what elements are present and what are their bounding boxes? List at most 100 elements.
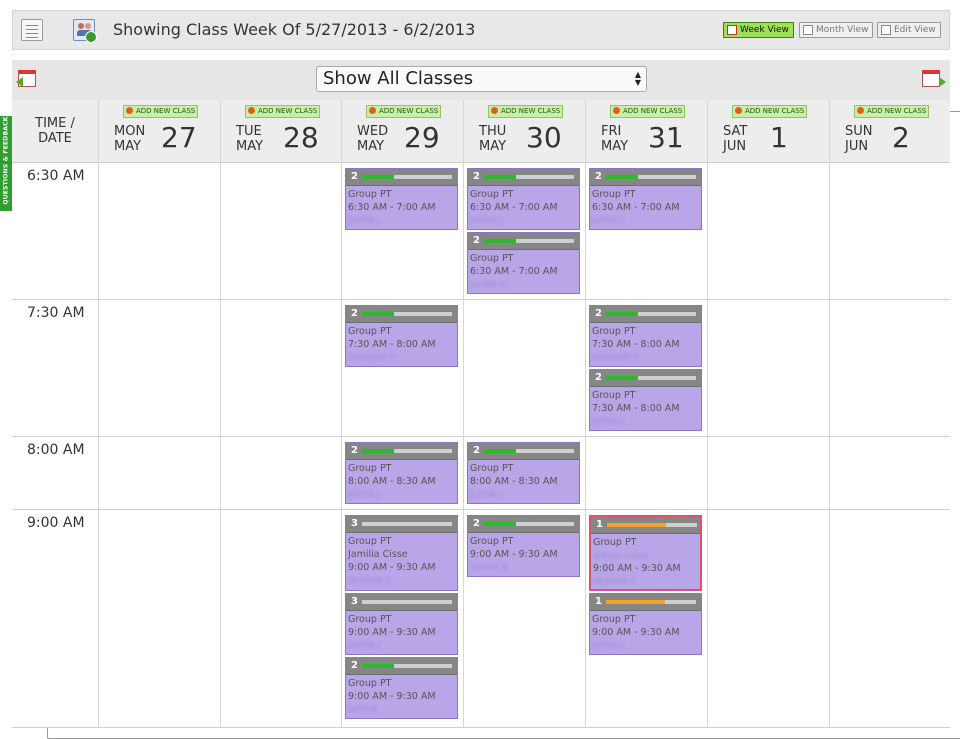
class-time: 9:00 AM - 9:30 AM bbox=[470, 549, 558, 560]
day-number: 30 bbox=[526, 121, 562, 154]
add-new-class-button[interactable]: ADD NEW CLASS bbox=[610, 105, 686, 118]
class-card[interactable]: 2 Group PT 9:00 AM - 9:30 AM SETH A bbox=[345, 657, 458, 719]
instructor-name: JULIAN A bbox=[470, 280, 505, 289]
class-filter-select[interactable]: Show All Classes ▲ ▼ bbox=[316, 66, 647, 92]
class-name: Group PT bbox=[470, 189, 514, 200]
member-name: william tucker bbox=[593, 551, 649, 560]
questions-feedback-tab[interactable]: QUESTIONS & FEEDBACK bbox=[0, 116, 12, 211]
capacity-track bbox=[362, 449, 452, 453]
class-time: 7:30 AM - 8:00 AM bbox=[592, 403, 680, 414]
previous-week-button[interactable] bbox=[16, 67, 40, 89]
weekday-label: THU bbox=[479, 124, 507, 139]
weekday-label: TUE bbox=[236, 124, 262, 139]
class-card[interactable]: 2 Group PT 6:30 AM - 7:00 AM JUSTIN J bbox=[467, 168, 580, 230]
capacity-fill bbox=[607, 523, 666, 527]
class-card[interactable]: 3 Group PT 9:00 AM - 9:30 AM JUSTIN J bbox=[345, 593, 458, 655]
class-time: 6:30 AM - 7:00 AM bbox=[470, 202, 558, 213]
capacity-bar: 2 bbox=[346, 306, 457, 323]
class-card[interactable]: 2 Group PT 6:30 AM - 7:00 AM JUSTIN J bbox=[345, 168, 458, 230]
instructor-name: JUSTIN J bbox=[592, 417, 624, 426]
capacity-track bbox=[484, 449, 574, 453]
weekday-label: SAT bbox=[723, 124, 748, 139]
add-new-class-button[interactable]: ADD NEW CLASS bbox=[732, 105, 808, 118]
list-view-icon[interactable] bbox=[21, 19, 43, 41]
class-card[interactable]: 1 Group PT william tucker 9:00 AM - 9:30 AM… bbox=[589, 515, 702, 591]
capacity-bar: 1 bbox=[590, 594, 701, 611]
day-header-sat: ADD NEW CLASS SAT JUN 1 bbox=[707, 100, 829, 162]
class-card[interactable]: 2 Group PT 7:30 AM - 8:00 AM GREGORY F bbox=[345, 305, 458, 367]
class-card[interactable]: 2 Group PT 8:00 AM - 8:30 AM JUSTIN J bbox=[467, 442, 580, 504]
time-header-line: TIME / bbox=[35, 116, 75, 131]
add-new-class-button[interactable]: ADD NEW CLASS bbox=[366, 105, 442, 118]
check-icon bbox=[85, 31, 97, 43]
day-number: 28 bbox=[283, 121, 319, 154]
class-name: Group PT bbox=[470, 253, 514, 264]
week-view-button[interactable]: Week View bbox=[723, 22, 794, 38]
month-label: JUN bbox=[723, 139, 747, 154]
weekday-label: MON bbox=[114, 124, 146, 139]
capacity-track bbox=[362, 600, 452, 604]
next-week-button[interactable] bbox=[922, 67, 946, 89]
day-of-week: MON MAY bbox=[114, 124, 154, 154]
instructor-name: JUSTIN J bbox=[470, 216, 502, 225]
page-title: Showing Class Week Of 5/27/2013 - 6/2/20… bbox=[113, 20, 476, 39]
instructor-name: SETH A bbox=[348, 705, 378, 714]
instructor-name: JUSTIN J bbox=[592, 216, 624, 225]
day-number: 31 bbox=[648, 121, 684, 154]
class-card[interactable]: 2 Group PT 7:30 AM - 8:00 AM GREGORY F bbox=[589, 305, 702, 367]
spots-count: 2 bbox=[351, 660, 358, 671]
class-time: 9:00 AM - 9:30 AM bbox=[348, 691, 436, 702]
capacity-track bbox=[484, 239, 574, 243]
add-new-class-button[interactable]: ADD NEW CLASS bbox=[488, 105, 564, 118]
spots-count: 2 bbox=[351, 445, 358, 456]
class-filter-value: Show All Classes bbox=[323, 68, 474, 89]
capacity-bar: 3 bbox=[346, 516, 457, 533]
capacity-track bbox=[484, 522, 574, 526]
class-time: 9:00 AM - 9:30 AM bbox=[593, 563, 681, 574]
class-card[interactable]: 2 Group PT 7:30 AM - 8:00 AM JUSTIN J bbox=[589, 369, 702, 431]
class-card[interactable]: 2 Group PT 8:00 AM - 8:30 AM JUSTIN J bbox=[345, 442, 458, 504]
class-card[interactable]: 1 Group PT 9:00 AM - 9:30 AM JUSTIN J bbox=[589, 593, 702, 655]
calendar-icon bbox=[922, 70, 940, 87]
instructor-name: GREGORY F bbox=[348, 353, 395, 362]
capacity-track bbox=[606, 175, 696, 179]
class-time: 8:00 AM - 8:30 AM bbox=[470, 476, 558, 487]
class-card[interactable]: 2 Group PT 9:00 AM - 9:30 AM TAYLOR B bbox=[467, 515, 580, 577]
capacity-bar: 2 bbox=[590, 370, 701, 387]
class-name: Group PT bbox=[470, 463, 514, 474]
capacity-fill bbox=[606, 312, 638, 316]
class-time: 6:30 AM - 7:00 AM bbox=[348, 202, 436, 213]
filter-bar: Show All Classes ▲ ▼ bbox=[12, 60, 950, 100]
capacity-bar: 2 bbox=[346, 169, 457, 186]
capacity-fill bbox=[362, 312, 394, 316]
add-new-class-button[interactable]: ADD NEW CLASS bbox=[123, 105, 199, 118]
class-time: 7:30 AM - 8:00 AM bbox=[348, 339, 436, 350]
class-name: Group PT bbox=[593, 537, 637, 548]
top-bar: Showing Class Week Of 5/27/2013 - 6/2/20… bbox=[12, 10, 960, 739]
month-label: MAY bbox=[357, 139, 385, 154]
capacity-fill bbox=[484, 522, 516, 526]
class-name: Group PT bbox=[348, 463, 392, 474]
capacity-bar: 2 bbox=[468, 169, 579, 186]
class-card[interactable]: 2 Group PT 6:30 AM - 7:00 AM JUSTIN J bbox=[589, 168, 702, 230]
column-divider bbox=[220, 163, 221, 728]
capacity-fill bbox=[484, 175, 516, 179]
time-row: 7:30 AM bbox=[12, 300, 950, 437]
class-schedule-view-icon[interactable] bbox=[73, 19, 97, 43]
spots-count: 2 bbox=[473, 445, 480, 456]
class-card[interactable]: 3 Group PT Jamilia Cisse 9:00 AM - 9:30 AM D… bbox=[345, 515, 458, 591]
week-view-label: Week View bbox=[740, 25, 789, 35]
week-calendar-grid: TIME / DATE ADD NEW CLASS MON MAY 27 ADD NEW… bbox=[12, 100, 950, 728]
class-card[interactable]: 2 Group PT 6:30 AM - 7:00 AM JULIAN A bbox=[467, 232, 580, 294]
month-view-button[interactable]: Month View bbox=[799, 22, 874, 38]
spots-count: 2 bbox=[473, 518, 480, 529]
spots-count: 3 bbox=[351, 518, 358, 529]
capacity-bar: 3 bbox=[346, 594, 457, 611]
edit-view-button[interactable]: Edit View bbox=[877, 22, 941, 38]
add-new-class-button[interactable]: ADD NEW CLASS bbox=[854, 105, 930, 118]
calendar-icon bbox=[803, 25, 813, 35]
day-number: 2 bbox=[892, 121, 910, 154]
add-new-class-button[interactable]: ADD NEW CLASS bbox=[245, 105, 321, 118]
date-header-line: DATE bbox=[38, 131, 72, 146]
class-name: Group PT bbox=[592, 326, 636, 337]
